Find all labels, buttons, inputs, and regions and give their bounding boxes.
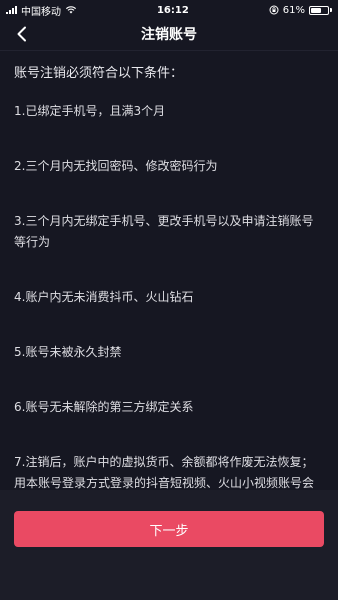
condition-item: 1.已绑定手机号，且满3个月: [14, 104, 166, 118]
wifi-icon: [65, 6, 77, 14]
page-title: 注销账号: [141, 27, 197, 43]
battery-percent: 61%: [282, 4, 305, 16]
condition-item: 4.账户内无未消费抖币、火山钻石: [14, 290, 194, 304]
nav-bar: 注销账号: [0, 20, 338, 48]
status-bar: 中国移动 16:12 61%: [0, 0, 338, 20]
back-button[interactable]: [10, 22, 34, 46]
battery-icon: [308, 5, 332, 15]
condition-item: 3.三个月内无绑定手机号、更改手机号以及申请注销账号等行为: [14, 214, 314, 249]
status-right: 61%: [269, 5, 332, 16]
condition-item: 6.账号无未解除的第三方绑定关系: [14, 400, 194, 414]
condition-item: 2.三个月内无找回密码、修改密码行为: [14, 159, 218, 173]
status-time: 16:12: [156, 4, 189, 16]
chevron-left-icon: [17, 26, 26, 42]
main-content: 账号注销必须符合以下条件： 1.已绑定手机号，且满3个月 2.三个月内无找回密码…: [0, 65, 338, 515]
condition-item: 5.账号未被永久封禁: [14, 345, 122, 359]
next-step-button[interactable]: 下一步: [14, 511, 324, 547]
footer-bar: 下一步: [0, 490, 338, 600]
conditions-list: 1.已绑定手机号，且满3个月 2.三个月内无找回密码、修改密码行为 3.三个月内…: [14, 101, 324, 515]
battery-fill: [310, 7, 321, 13]
carrier-label: 中国移动: [21, 6, 61, 18]
signal-icon: [6, 6, 17, 14]
status-left: 中国移动: [6, 3, 77, 18]
nav-divider: [0, 50, 338, 51]
conditions-heading: 账号注销必须符合以下条件：: [14, 66, 184, 81]
rotation-lock-icon: [269, 5, 279, 15]
